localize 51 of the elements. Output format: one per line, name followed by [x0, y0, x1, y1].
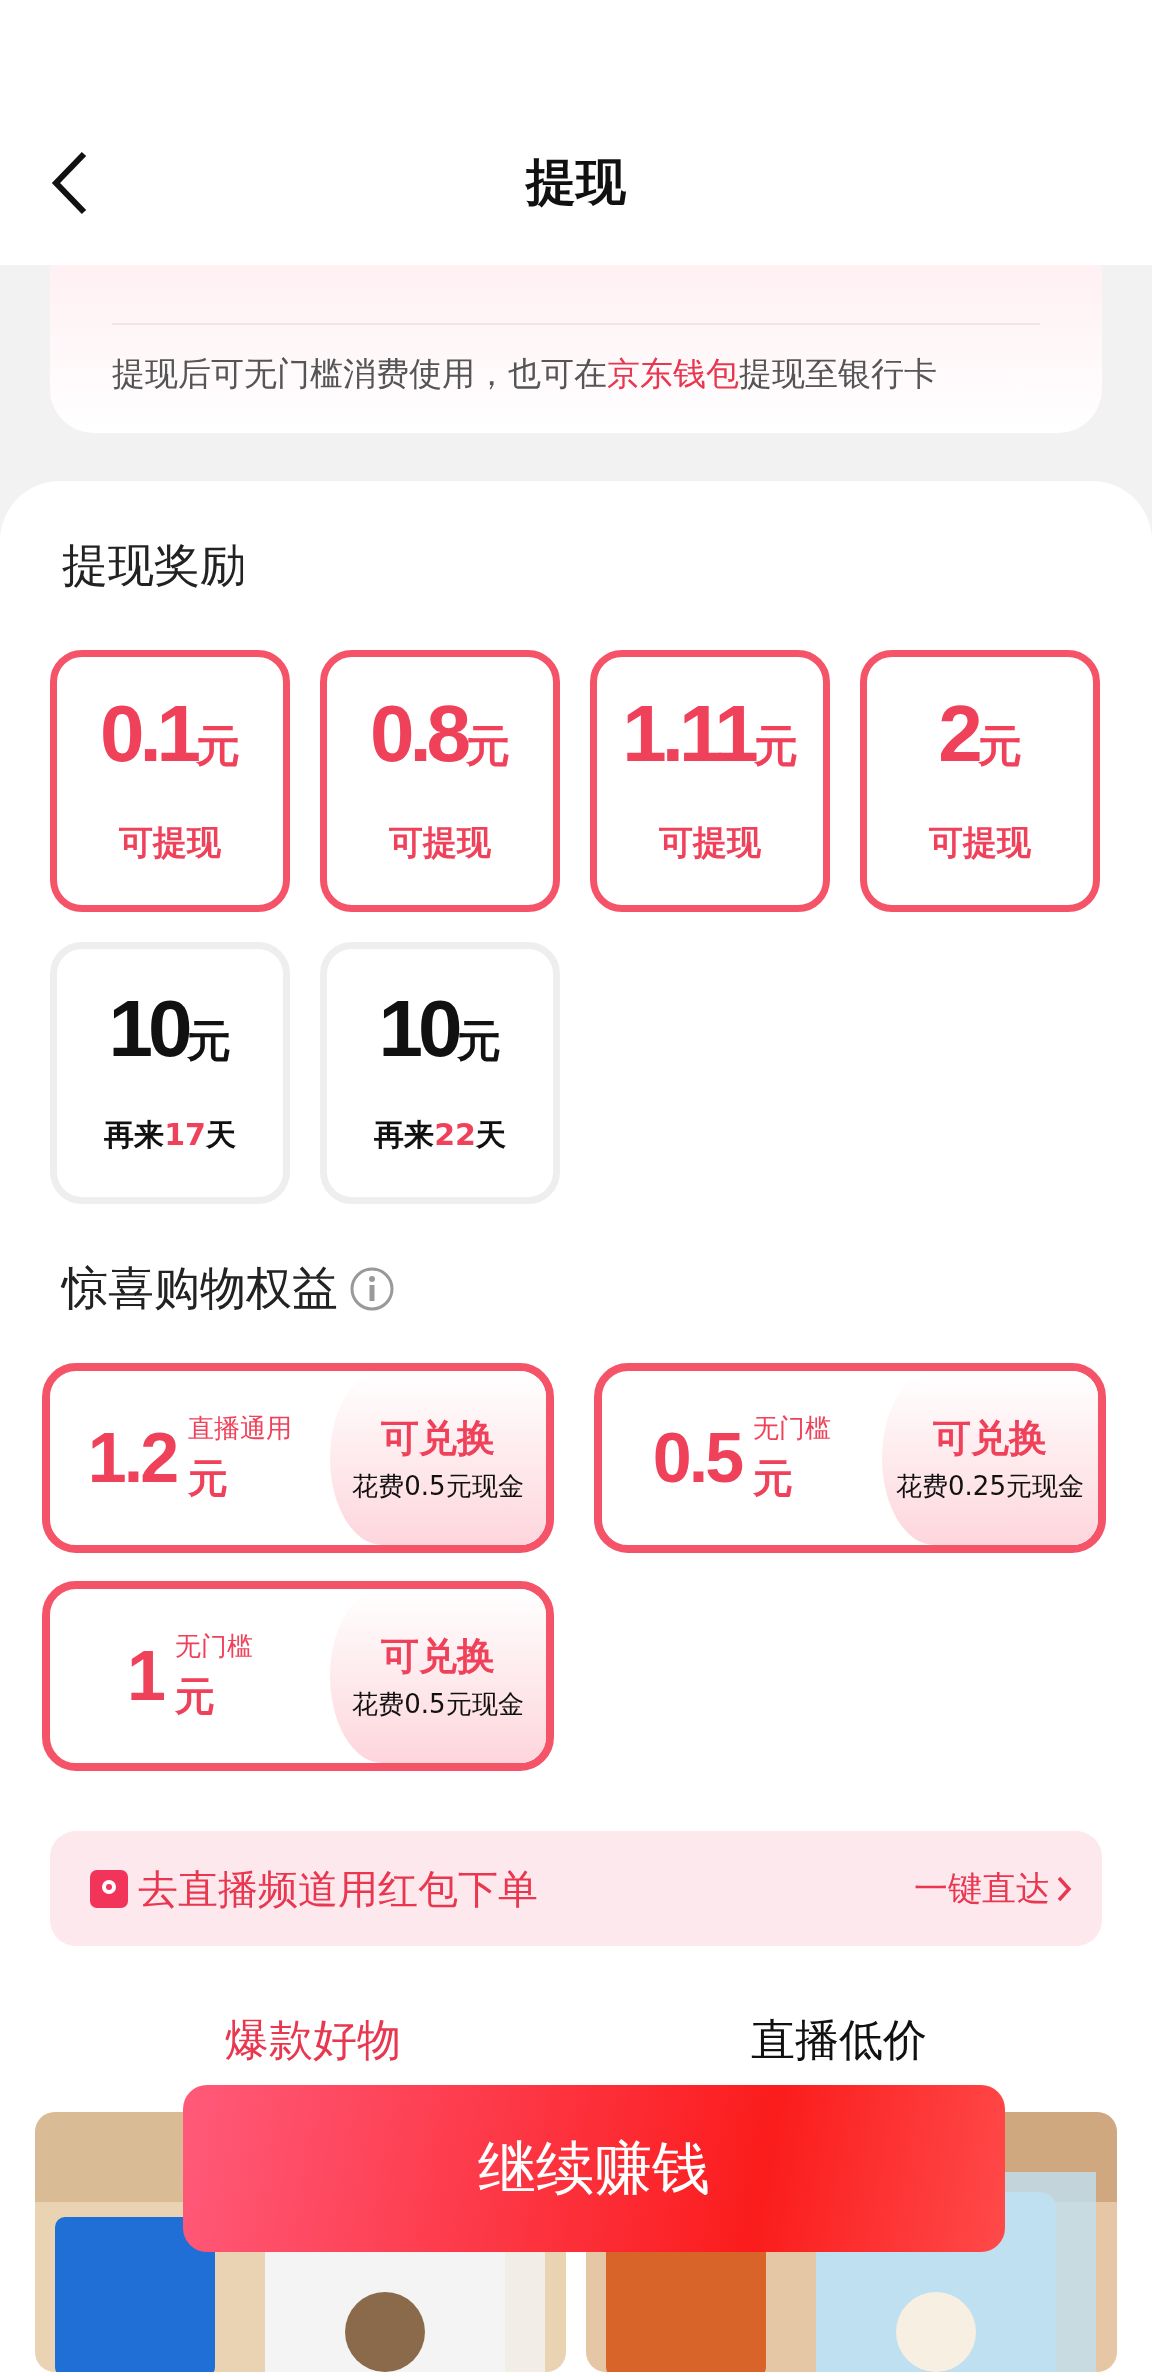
reward-unit: 元 — [457, 1015, 502, 1066]
coupon-unit: 元 — [753, 1453, 795, 1503]
page-title: 提现 — [524, 152, 627, 213]
reward-unit: 元 — [187, 1015, 232, 1066]
reward-card[interactable]: 1.11元 可提现 — [590, 650, 830, 912]
exchange-label: 可兑换 — [933, 1415, 1047, 1462]
coupon-tag: 无门槛 — [753, 1408, 832, 1448]
reward-unit: 元 — [196, 720, 241, 771]
reward-amount: 2 — [938, 689, 978, 778]
cost-text: 花费0.25元现金 — [896, 1470, 1084, 1503]
coupon-amount: 1.2 — [87, 1417, 177, 1499]
cost-text: 花费0.5元现金 — [352, 1470, 524, 1503]
coupon-unit: 元 — [174, 1671, 216, 1721]
reward-label: 可提现 — [658, 821, 762, 864]
reward-amount: 10 — [108, 984, 188, 1073]
coupon-unit: 元 — [188, 1453, 230, 1503]
section-title: 惊喜购物权益 — [62, 1260, 338, 1317]
reward-card[interactable]: 10元 再来22天 — [320, 942, 560, 1204]
tab[interactable]: 直播低价 — [576, 2006, 1102, 2074]
reward-card[interactable]: 10元 再来17天 — [50, 942, 290, 1204]
reward-label: 再来22天 — [373, 1116, 507, 1154]
coupon-tag: 无门槛 — [174, 1626, 253, 1666]
reward-label: 可提现 — [928, 821, 1032, 864]
coupon-tag: 直播通用 — [188, 1408, 293, 1448]
coupon-amount: 0.5 — [652, 1417, 742, 1499]
chevron-right-icon — [1056, 1874, 1072, 1903]
reward-card[interactable]: 2元 可提现 — [860, 650, 1100, 912]
banner-link[interactable]: 一键直达 — [914, 1863, 1072, 1914]
reward-label: 再来17天 — [103, 1116, 237, 1154]
section-title: 提现奖励 — [62, 537, 247, 594]
reward-card[interactable]: 0.8元 可提现 — [320, 650, 560, 912]
notice-text: 提现后可无门槛消费使用，也可在京东钱包提现至银行卡 — [112, 353, 938, 395]
tab[interactable]: 爆款好物 — [50, 2006, 576, 2074]
reward-label: 可提现 — [118, 821, 222, 864]
envelope-icon — [90, 1869, 128, 1908]
continue-button[interactable]: 继续赚钱 — [183, 2085, 1005, 2252]
coupon-amount: 1 — [127, 1635, 163, 1717]
reward-amount: 0.8 — [369, 689, 467, 778]
banner-text: 去直播频道用红包下单 — [138, 1864, 538, 1914]
reward-amount: 0.1 — [99, 689, 197, 778]
promo-banner[interactable]: 去直播频道用红包下单 一键直达 — [50, 1831, 1102, 1946]
wallet-link[interactable]: 京东钱包 — [607, 354, 739, 393]
reward-label: 可提现 — [388, 821, 492, 864]
cost-text: 花费0.5元现金 — [352, 1688, 524, 1721]
reward-card[interactable]: 0.1元 可提现 — [50, 650, 290, 912]
reward-amount: 10 — [378, 984, 458, 1073]
reward-unit: 元 — [753, 720, 798, 771]
reward-unit: 元 — [466, 720, 511, 771]
reward-amount: 1.11 — [622, 689, 754, 778]
exchange-label: 可兑换 — [381, 1415, 495, 1462]
exchange-label: 可兑换 — [381, 1633, 495, 1680]
